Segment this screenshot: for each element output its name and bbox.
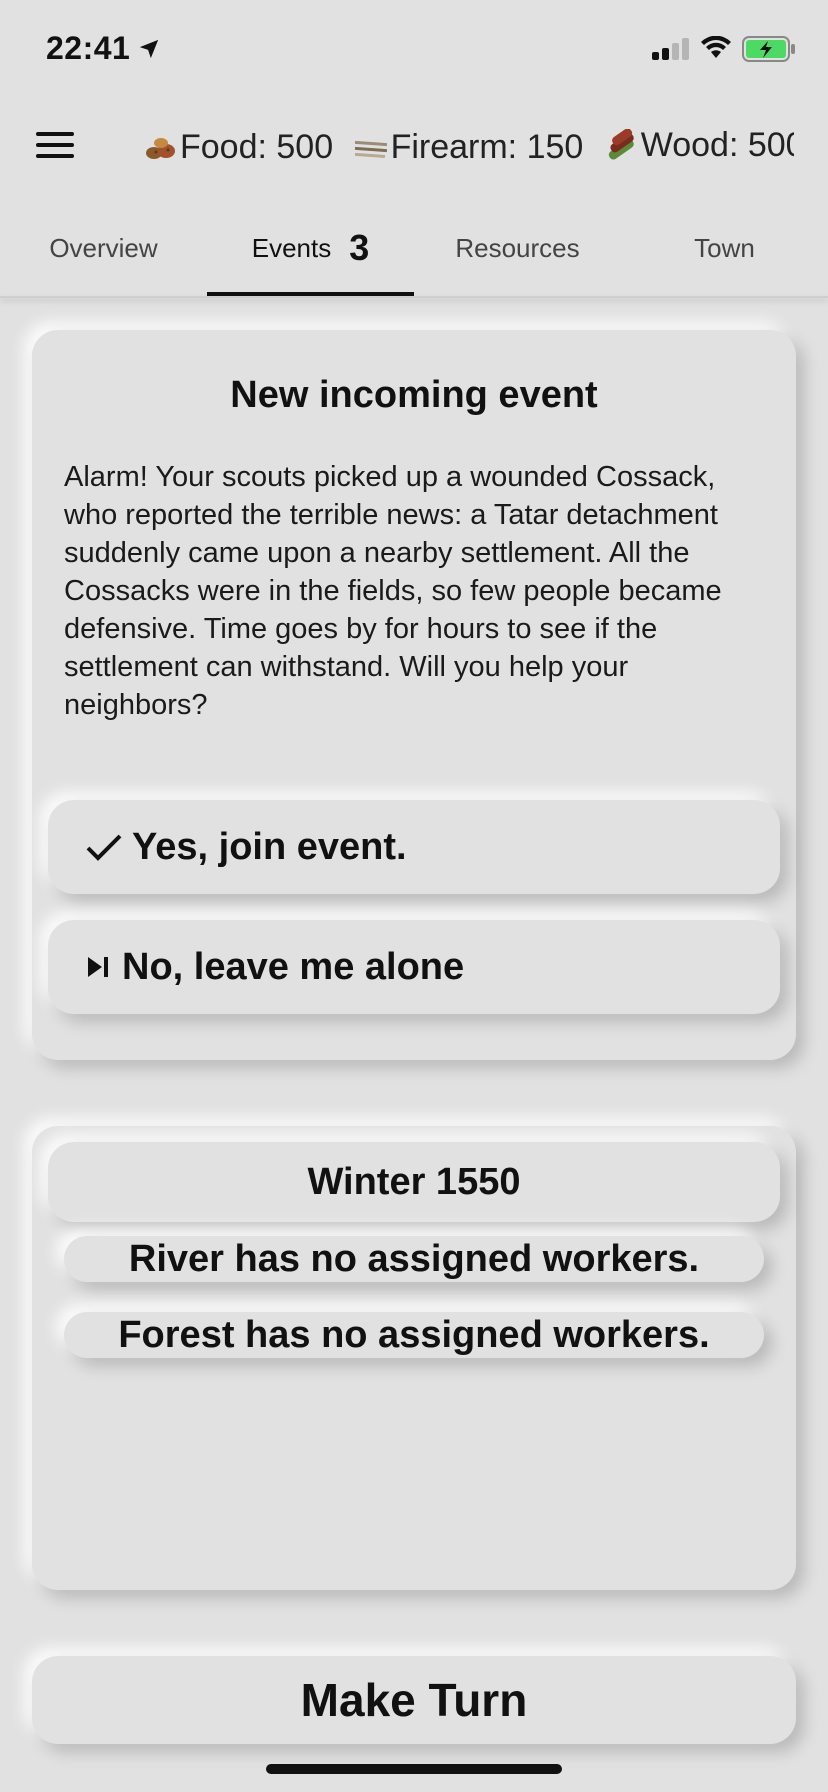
tab-events[interactable]: Events 3 bbox=[207, 200, 414, 296]
log-item: River has no assigned workers. bbox=[64, 1236, 764, 1282]
events-count-badge: 3 bbox=[349, 227, 370, 268]
resource-wood: Wood: 500 bbox=[603, 126, 794, 165]
firearm-icon bbox=[354, 140, 387, 158]
decline-event-label: No, leave me alone bbox=[122, 945, 465, 988]
tab-overview[interactable]: Overview bbox=[0, 200, 207, 296]
app-bar-divider bbox=[0, 296, 828, 298]
status-time: 22:41 bbox=[46, 30, 131, 66]
make-turn-button[interactable]: Make Turn bbox=[32, 1656, 796, 1744]
decline-event-button[interactable]: No, leave me alone bbox=[48, 920, 780, 1014]
resource-food-label: Food: 500 bbox=[180, 128, 334, 166]
turn-log-card: Winter 1550 River has no assigned worker… bbox=[32, 1126, 796, 1590]
check-icon bbox=[86, 834, 122, 861]
season-header: Winter 1550 bbox=[48, 1142, 780, 1222]
location-arrow-icon bbox=[139, 39, 159, 59]
resource-food: Food: 500 bbox=[144, 128, 333, 167]
tab-town-label: Town bbox=[694, 232, 755, 263]
skip-next-icon bbox=[88, 957, 108, 977]
app-bar: Food: 500 Firearm: 150 Wood: 500 Overvie… bbox=[0, 100, 828, 300]
tab-overview-label: Overview bbox=[49, 232, 158, 263]
tab-resources-label: Resources bbox=[455, 232, 580, 263]
home-indicator[interactable] bbox=[266, 1764, 562, 1774]
wood-icon bbox=[608, 128, 634, 160]
tab-town[interactable]: Town bbox=[621, 200, 828, 296]
event-description: Alarm! Your scouts picked up a wounded C… bbox=[64, 461, 722, 721]
hamburger-menu-icon[interactable] bbox=[36, 130, 76, 160]
status-bar: 22:41 bbox=[0, 0, 828, 100]
event-card: New incoming event Alarm! Your scouts pi… bbox=[32, 330, 796, 1060]
tab-events-label: Events bbox=[251, 232, 332, 263]
resource-bar: Food: 500 Firearm: 150 Wood: 500 bbox=[144, 126, 794, 176]
log-item: Forest has no assigned workers. bbox=[64, 1312, 764, 1358]
event-title: New incoming event bbox=[230, 374, 598, 416]
battery-charging-icon bbox=[742, 36, 795, 62]
resource-wood-label: Wood: 500 bbox=[640, 126, 794, 164]
tab-bar: Overview Events 3 Resources Town bbox=[0, 200, 828, 296]
app-screen: 22:41 Food: 500 Firearm: 150 Wood: 500 O… bbox=[0, 0, 828, 1792]
resource-firearm: Firearm: 150 bbox=[353, 128, 584, 167]
tab-resources[interactable]: Resources bbox=[414, 200, 621, 296]
join-event-button[interactable]: Yes, join event. bbox=[48, 800, 780, 894]
wifi-icon bbox=[701, 36, 731, 58]
join-event-label: Yes, join event. bbox=[132, 825, 407, 868]
signal-icon bbox=[652, 38, 692, 60]
food-icon bbox=[146, 137, 175, 159]
resource-firearm-label: Firearm: 150 bbox=[390, 128, 584, 166]
